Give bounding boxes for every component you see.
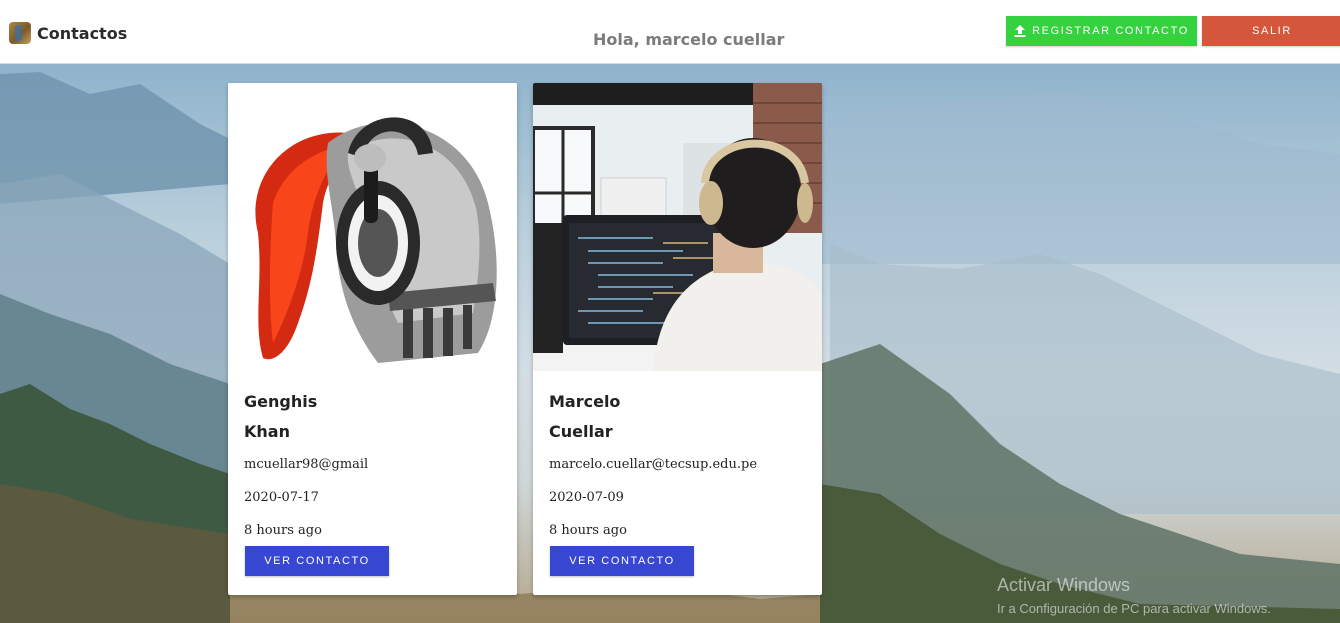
contact-last-name: Khan	[244, 422, 290, 441]
developer-photo-image	[533, 83, 822, 371]
upload-icon	[1014, 25, 1026, 37]
top-navbar: Contactos Hola, marcelo cuellar REGISTRA…	[0, 0, 1340, 64]
contact-card: Genghis Khan mcuellar98@gmail 2020-07-17…	[228, 83, 517, 595]
windows-activation-title: Activar Windows	[997, 575, 1131, 595]
logout-label: SALIR	[1252, 25, 1292, 37]
contact-date: 2020-07-17	[244, 490, 319, 505]
view-contact-label: VER CONTACTO	[264, 555, 370, 567]
contact-photo	[533, 83, 822, 371]
contact-card: Marcelo Cuellar marcelo.cuellar@tecsup.e…	[533, 83, 822, 595]
contact-last-name: Cuellar	[549, 422, 613, 441]
contact-email: mcuellar98@gmail	[244, 457, 369, 472]
contact-first-name: Genghis	[244, 392, 318, 411]
contacts-book-icon	[9, 22, 31, 44]
knight-helmet-image	[255, 117, 497, 363]
contact-date: 2020-07-09	[549, 490, 624, 505]
view-contact-button[interactable]: VER CONTACTO	[550, 546, 694, 576]
windows-activation-subtitle: Ir a Configuración de PC para activar Wi…	[997, 601, 1271, 616]
contact-time-ago: 8 hours ago	[549, 523, 627, 538]
view-contact-button[interactable]: VER CONTACTO	[245, 546, 389, 576]
user-greeting: Hola, marcelo cuellar	[593, 30, 785, 49]
register-contact-label: REGISTRAR CONTACTO	[1032, 25, 1189, 37]
contact-email: marcelo.cuellar@tecsup.edu.pe	[549, 457, 758, 472]
brand-title: Contactos	[37, 23, 128, 43]
brand[interactable]: Contactos	[9, 22, 127, 44]
contact-photo	[228, 83, 517, 371]
view-contact-label: VER CONTACTO	[569, 555, 675, 567]
logout-button[interactable]: SALIR	[1202, 16, 1340, 46]
register-contact-button[interactable]: REGISTRAR CONTACTO	[1006, 16, 1197, 46]
contact-first-name: Marcelo	[549, 392, 621, 411]
contact-time-ago: 8 hours ago	[244, 523, 322, 538]
